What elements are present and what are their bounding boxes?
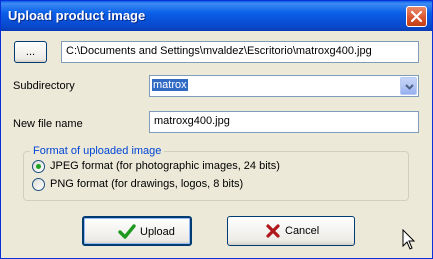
radio-png-label: PNG format (for drawings, logos, 8 bits) [50,178,244,190]
close-button[interactable] [406,6,427,27]
subdirectory-label: Subdirectory [13,80,75,92]
radio-jpeg[interactable] [32,160,45,173]
subdirectory-select[interactable]: matrox [149,75,419,97]
radio-png-option[interactable]: PNG format (for drawings, logos, 8 bits) [32,178,402,192]
cancel-button[interactable]: Cancel [227,216,355,246]
title-bar[interactable]: Upload product image [1,1,432,31]
x-icon [266,224,280,238]
browse-button[interactable]: ... [14,41,47,63]
chevron-down-icon [405,84,414,90]
format-group-legend: Format of uploaded image [30,145,165,157]
upload-dialog: Upload product image ... C:\Documents an… [0,0,433,259]
mouse-pointer-icon [402,229,416,250]
radio-png[interactable] [32,178,45,191]
subdirectory-dropdown-button[interactable] [400,77,417,95]
radio-jpeg-label: JPEG format (for photographic images, 24… [50,160,280,172]
upload-button-label: Upload [140,226,175,238]
cancel-button-label: Cancel [285,225,320,237]
subdirectory-value: matrox [152,79,188,91]
checkmark-icon [118,224,136,239]
file-path-field[interactable]: C:\Documents and Settings\mvaldez\Escrit… [61,41,419,63]
new-file-name-field[interactable]: matroxg400.jpg [149,111,419,133]
close-icon [411,11,422,22]
upload-button[interactable]: Upload [82,216,192,246]
format-group: Format of uploaded image JPEG format (fo… [23,145,409,201]
dialog-title: Upload product image [8,8,146,23]
radio-selected-dot [36,164,41,169]
new-file-name-label: New file name [13,118,83,130]
dialog-body: ... C:\Documents and Settings\mvaldez\Es… [4,31,429,255]
radio-jpeg-option[interactable]: JPEG format (for photographic images, 24… [32,160,402,174]
